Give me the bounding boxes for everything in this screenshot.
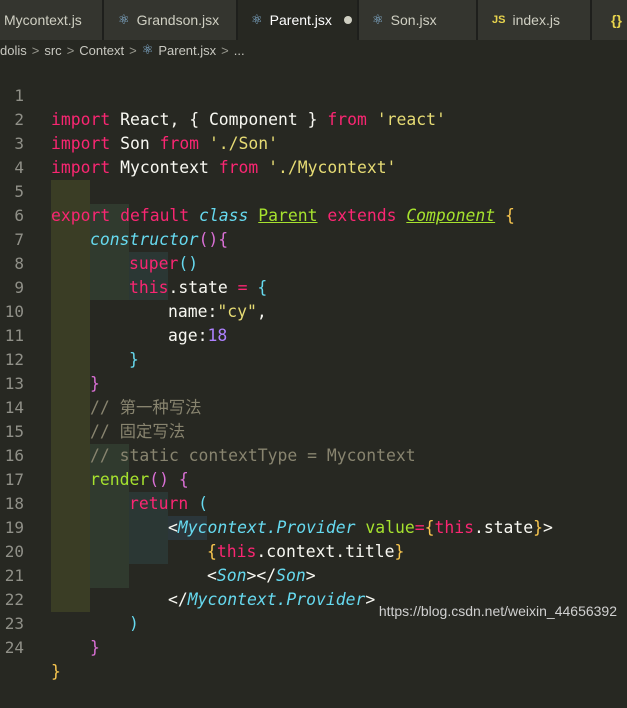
code-line: 14 // 固定写法 <box>0 372 627 441</box>
tab-mycontext-js[interactable]: Mycontext.js <box>0 0 103 40</box>
breadcrumb-item[interactable]: ... <box>234 43 245 58</box>
code-line: 1 import React, { Component } from 'reac… <box>0 60 627 129</box>
code-editor[interactable]: 1 import React, { Component } from 'reac… <box>0 60 627 681</box>
react-icon: ⚛ <box>251 12 263 27</box>
code-line: 5 export default class Parent extends Co… <box>0 156 627 225</box>
code-line: 10 age:18 <box>0 276 627 345</box>
js-file-icon: JS <box>492 14 506 26</box>
unsaved-dot-icon[interactable] <box>343 16 352 24</box>
code-line: 13 // 第一种写法 <box>0 348 627 417</box>
react-icon: ⚛ <box>372 12 384 27</box>
react-icon: ⚛ <box>141 42 154 57</box>
breadcrumb-item[interactable]: Context <box>79 43 124 58</box>
tab-json-file[interactable]: {} <box>592 0 627 40</box>
code-line: 21 </Mycontext.Provider> <box>0 540 627 609</box>
chevron-right-icon: > <box>129 42 137 58</box>
tab-label: index.js <box>512 12 560 28</box>
code-line: 11 } <box>0 300 627 369</box>
chevron-right-icon: > <box>31 42 40 58</box>
code-line: 18 <Mycontext.Provider value={this.state… <box>0 468 627 537</box>
code-line: 16 render() { <box>0 420 627 489</box>
breadcrumb-item[interactable]: dolis <box>0 43 27 58</box>
code-text: } <box>51 662 61 681</box>
code-line: 7 super() <box>0 204 627 273</box>
code-line: 9 name:"cy", <box>0 252 627 321</box>
tab-grandson-jsx[interactable]: ⚛ Grandson.jsx <box>104 0 237 40</box>
code-line: 19 {this.context.title} <box>0 492 627 561</box>
code-line: 22 ) <box>0 564 627 633</box>
code-line: 2 import Son from './Son' <box>0 84 627 153</box>
line-number: 24 <box>4 638 24 657</box>
code-line: 3 import Mycontext from './Mycontext' <box>0 108 627 177</box>
tab-label: Son.jsx <box>390 12 437 28</box>
code-line: 6 constructor(){ <box>0 180 627 249</box>
breadcrumb-item[interactable]: Parent.jsx <box>158 43 216 58</box>
tab-label: Grandson.jsx <box>136 12 220 28</box>
tab-index-js[interactable]: JS index.js <box>478 0 591 40</box>
tab-son-jsx[interactable]: ⚛ Son.jsx <box>359 0 477 40</box>
tab-parent-jsx[interactable]: ⚛ Parent.jsx <box>238 0 358 40</box>
tab-label: Parent.jsx <box>269 12 332 28</box>
breadcrumb: dolis > src > Context > ⚛ Parent.jsx > .… <box>0 40 627 60</box>
code-line: 15 // static contextType = Mycontext <box>0 396 627 465</box>
breadcrumb-item[interactable]: src <box>44 43 61 58</box>
code-line: 12 } <box>0 324 627 393</box>
code-line: 20 <Son></Son> <box>0 516 627 585</box>
code-line: 4 <box>0 132 627 177</box>
tab-label: Mycontext.js <box>4 12 82 28</box>
react-icon: ⚛ <box>118 12 130 27</box>
watermark: https://blog.csdn.net/weixin_44656392 <box>378 603 617 619</box>
chevron-right-icon: > <box>221 42 229 58</box>
json-file-icon: {} <box>611 12 622 28</box>
editor-tab-bar: Mycontext.js ⚛ Grandson.jsx ⚛ Parent.jsx… <box>0 0 627 40</box>
code-text: } <box>90 638 100 657</box>
chevron-right-icon: > <box>66 42 75 58</box>
code-line: 8 this.state = { <box>0 228 627 297</box>
code-line: 17 return ( <box>0 444 627 513</box>
